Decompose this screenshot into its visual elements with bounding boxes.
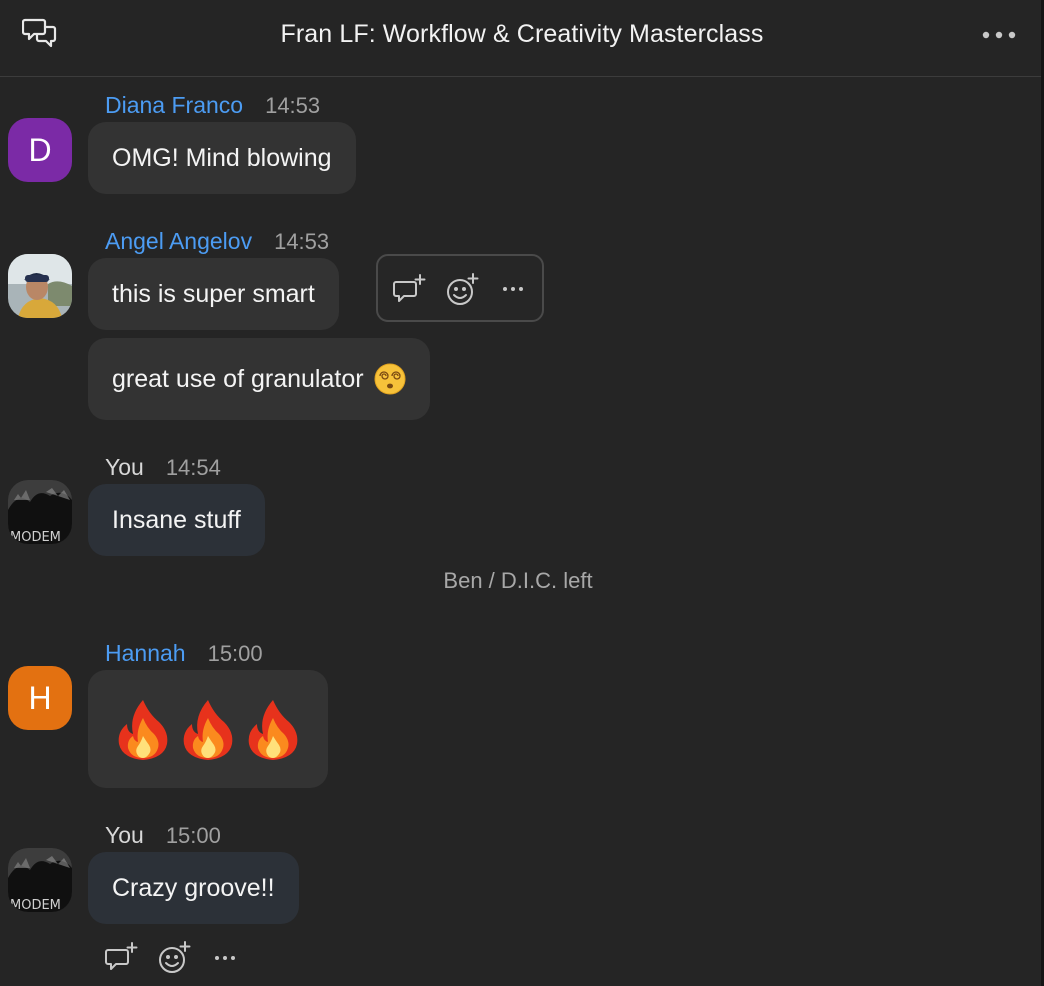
add-reaction-icon[interactable] — [156, 940, 192, 976]
sender-name: You — [105, 822, 144, 848]
message-meta: Diana Franco 14:53 — [105, 92, 320, 119]
fire-emoji — [183, 700, 233, 760]
avatar[interactable]: MODEM — [8, 480, 72, 544]
message-text: Crazy groove!! — [112, 873, 275, 902]
message-bubble[interactable]: this is super smart — [88, 258, 339, 330]
message-meta: You 15:00 — [105, 822, 221, 849]
chat-title: Fran LF: Workflow & Creativity Mastercla… — [280, 20, 764, 48]
message-bubble[interactable]: great use of granulator — [88, 338, 430, 420]
chat-header: Fran LF: Workflow & Creativity Mastercla… — [0, 0, 1044, 77]
message-text: great use of granulator — [112, 364, 364, 393]
message-text: this is super smart — [112, 279, 315, 308]
sender-name[interactable]: Hannah — [105, 640, 186, 666]
avatar-caption: MODEM — [10, 530, 61, 544]
avatar-letter: H — [28, 679, 52, 716]
message-meta: Angel Angelov 14:53 — [105, 228, 329, 255]
avatar-photo: MODEM — [8, 480, 72, 544]
system-notice: Ben / D.I.C. left — [443, 568, 593, 593]
more-horizontal-icon[interactable] — [980, 24, 1020, 46]
message-meta: Hannah 15:00 — [105, 640, 263, 667]
message-bubble[interactable]: Insane stuff — [88, 484, 265, 556]
message-text: Insane stuff — [112, 505, 241, 534]
fire-emoji — [118, 700, 168, 760]
message-bubble[interactable]: OMG! Mind blowing — [88, 122, 356, 194]
reply-in-thread-icon[interactable] — [392, 272, 428, 308]
add-reaction-icon[interactable] — [444, 272, 480, 308]
avatar-caption: MODEM — [10, 898, 61, 912]
message-time: 14:54 — [165, 455, 221, 480]
message-time: 15:00 — [207, 641, 263, 666]
dizzy-face-emoji — [374, 363, 406, 395]
reply-in-thread-icon[interactable] — [104, 940, 140, 976]
avatar-photo: MODEM — [8, 848, 72, 912]
message-bubble[interactable] — [88, 670, 328, 788]
more-actions-icon[interactable] — [208, 940, 244, 976]
message-text: OMG! Mind blowing — [112, 143, 332, 172]
avatar-letter: D — [28, 131, 52, 168]
message-time: 14:53 — [274, 229, 330, 254]
avatar-photo — [8, 254, 72, 318]
more-actions-icon[interactable] — [496, 272, 532, 308]
message-bubble[interactable]: Crazy groove!! — [88, 852, 299, 924]
avatar[interactable]: D — [8, 118, 72, 182]
fire-emoji — [248, 700, 298, 760]
message-time: 14:53 — [265, 93, 321, 118]
message-action-bar — [376, 254, 544, 322]
avatar[interactable]: H — [8, 666, 72, 730]
avatar[interactable]: MODEM — [8, 848, 72, 912]
sender-name[interactable]: Diana Franco — [105, 92, 243, 118]
sender-name[interactable]: Angel Angelov — [105, 228, 252, 254]
message-time: 15:00 — [165, 823, 221, 848]
avatar[interactable] — [8, 254, 72, 318]
message-meta: You 14:54 — [105, 454, 221, 481]
sender-name: You — [105, 454, 144, 480]
